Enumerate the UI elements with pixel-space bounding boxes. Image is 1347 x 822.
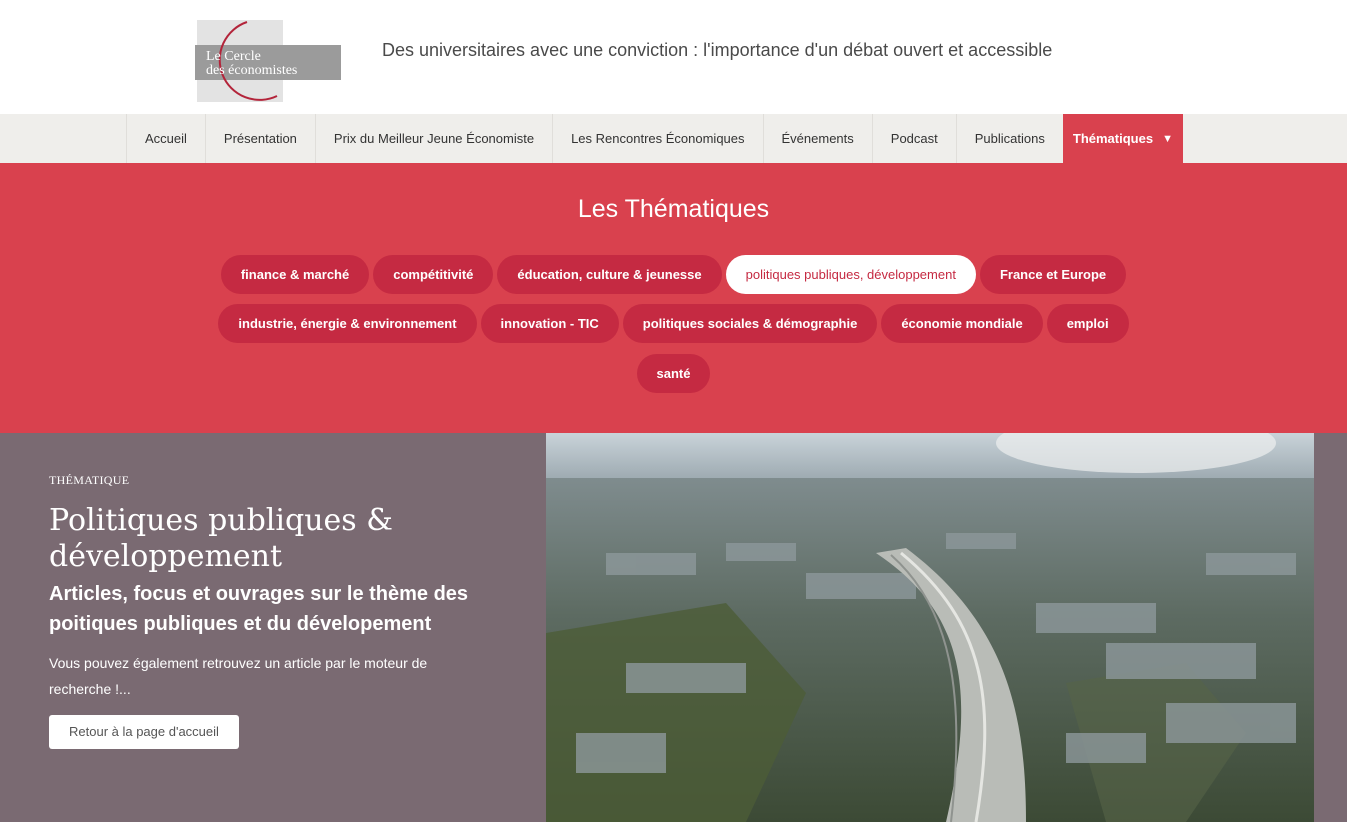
topic-pill-sante[interactable]: santé [636,354,711,393]
pill-row-1: finance & marché compétitivité éducation… [0,255,1347,294]
nav-item-rencontres[interactable]: Les Rencontres Économiques [552,114,762,163]
nav-item-evenements[interactable]: Événements [762,114,872,163]
topic-pill-innovation[interactable]: innovation - TIC [480,304,619,343]
main-nav: Accueil Présentation Prix du Meilleur Je… [0,114,1347,163]
nav-item-presentation[interactable]: Présentation [204,114,315,163]
topic-pill-industrie[interactable]: industrie, énergie & environnement [218,304,477,343]
pill-row-3: santé [0,354,1347,393]
nav-item-prix[interactable]: Prix du Meilleur Jeune Économiste [314,114,552,163]
topic-pill-competitivite[interactable]: compétitivité [373,255,494,294]
logo-text-line1: Le Cercle [206,49,261,64]
topic-pill-politiques-sociales[interactable]: politiques sociales & démographie [622,304,878,343]
pill-row-2: industrie, énergie & environnement innov… [0,304,1347,343]
nav-item-thematiques[interactable]: Thématiques ▼ [1062,114,1183,163]
caret-down-icon: ▼ [1162,132,1173,145]
site-logo[interactable]: Le Cercle des économistes [195,18,341,104]
nav-menu: Accueil Présentation Prix du Meilleur Je… [126,114,1183,163]
topic-pill-emploi[interactable]: emploi [1046,304,1129,343]
topic-pill-finance[interactable]: finance & marché [220,255,370,294]
thematiques-title: Les Thématiques [577,195,770,223]
nav-item-podcast[interactable]: Podcast [871,114,956,163]
back-home-button[interactable]: Retour à la page d'accueil [49,715,239,749]
topic-pill-politiques-publiques[interactable]: politiques publiques, développement [725,255,976,294]
hero-title: Politiques publiques & développement [49,503,393,574]
aerial-highway-image [546,433,1314,822]
hero-subtitle: Articles, focus et ouvrages sur le thème… [49,583,469,635]
hero-kicker: THÉMATIQUE [49,473,130,487]
nav-item-publications[interactable]: Publications [955,114,1063,163]
topic-pill-education[interactable]: éducation, culture & jeunesse [497,255,722,294]
nav-item-thematiques-label: Thématiques [1072,131,1154,146]
topic-pill-economie-mondiale[interactable]: économie mondiale [881,304,1043,343]
nav-item-accueil[interactable]: Accueil [126,114,205,163]
logo-text-line2: des économistes [206,63,298,78]
hero-image [546,433,1314,822]
site-header: Le Cercle des économistes Des universita… [0,0,1347,114]
site-tagline: Des universitaires avec une conviction :… [382,40,1053,60]
hero-description: Vous pouvez également retrouvez un artic… [49,655,428,697]
topic-pill-france-europe[interactable]: France et Europe [979,255,1127,294]
